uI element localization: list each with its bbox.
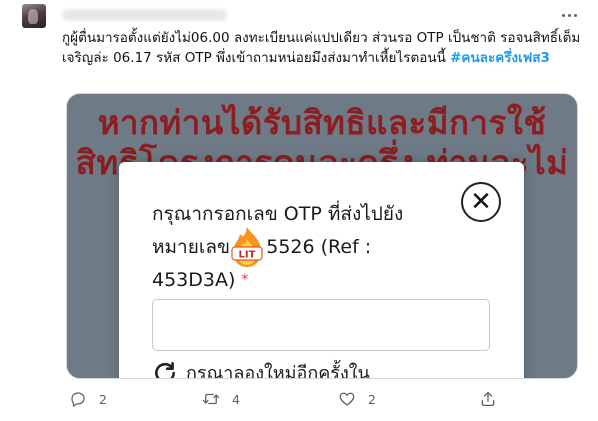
like-count: 2	[368, 391, 376, 407]
more-horizontal-icon	[561, 13, 565, 17]
author-header-redacted	[62, 9, 227, 21]
sticker-text: LIT	[239, 250, 256, 261]
close-icon: ✕	[470, 187, 492, 217]
refresh-icon	[155, 361, 175, 378]
retweet-button[interactable]: 4	[202, 390, 240, 408]
required-mark: *	[241, 272, 249, 288]
close-button[interactable]: ✕	[461, 182, 501, 222]
otp-dialog-title-text: กรุณากรอกเลข OTP ที่ส่งไปยังหมายเลข 08 5…	[152, 203, 404, 291]
heart-icon	[339, 392, 355, 406]
like-button[interactable]: 2	[338, 390, 376, 408]
hashtag-link[interactable]: #คนละครึ่งเฟส3	[450, 50, 550, 66]
tweet-text: กูผู้ตื่นมารอตั้งแต่ยังไม่06.00 ลงทะเบีย…	[62, 28, 582, 68]
tweet-media-image[interactable]: หากท่านได้รับสิทธิและมีการใช้ สิทธิโครงก…	[66, 93, 578, 379]
otp-input[interactable]	[152, 299, 490, 351]
otp-dialog-title: กรุณากรอกเลข OTP ที่ส่งไปยังหมายเลข 08 5…	[152, 198, 472, 297]
share-icon	[481, 391, 495, 407]
reply-icon	[71, 392, 85, 407]
lit-fire-sticker: LIT	[231, 227, 263, 267]
reply-count: 2	[99, 391, 107, 407]
resend-row[interactable]: กรุณาลองใหม่อีกครั้งใน	[152, 358, 370, 379]
more-options-button[interactable]	[556, 6, 582, 24]
avatar[interactable]	[22, 4, 46, 28]
retweet-icon	[202, 393, 220, 405]
resend-label: กรุณาลองใหม่อีกครั้งใน	[186, 363, 370, 379]
otp-dialog: กรุณากรอกเลข OTP ที่ส่งไปยังหมายเลข 08 5…	[119, 162, 524, 379]
reply-button[interactable]: 2	[69, 390, 107, 408]
retweet-count: 4	[232, 391, 240, 407]
share-button[interactable]	[479, 390, 497, 408]
tweet-actions: 2 4 2	[66, 390, 586, 412]
